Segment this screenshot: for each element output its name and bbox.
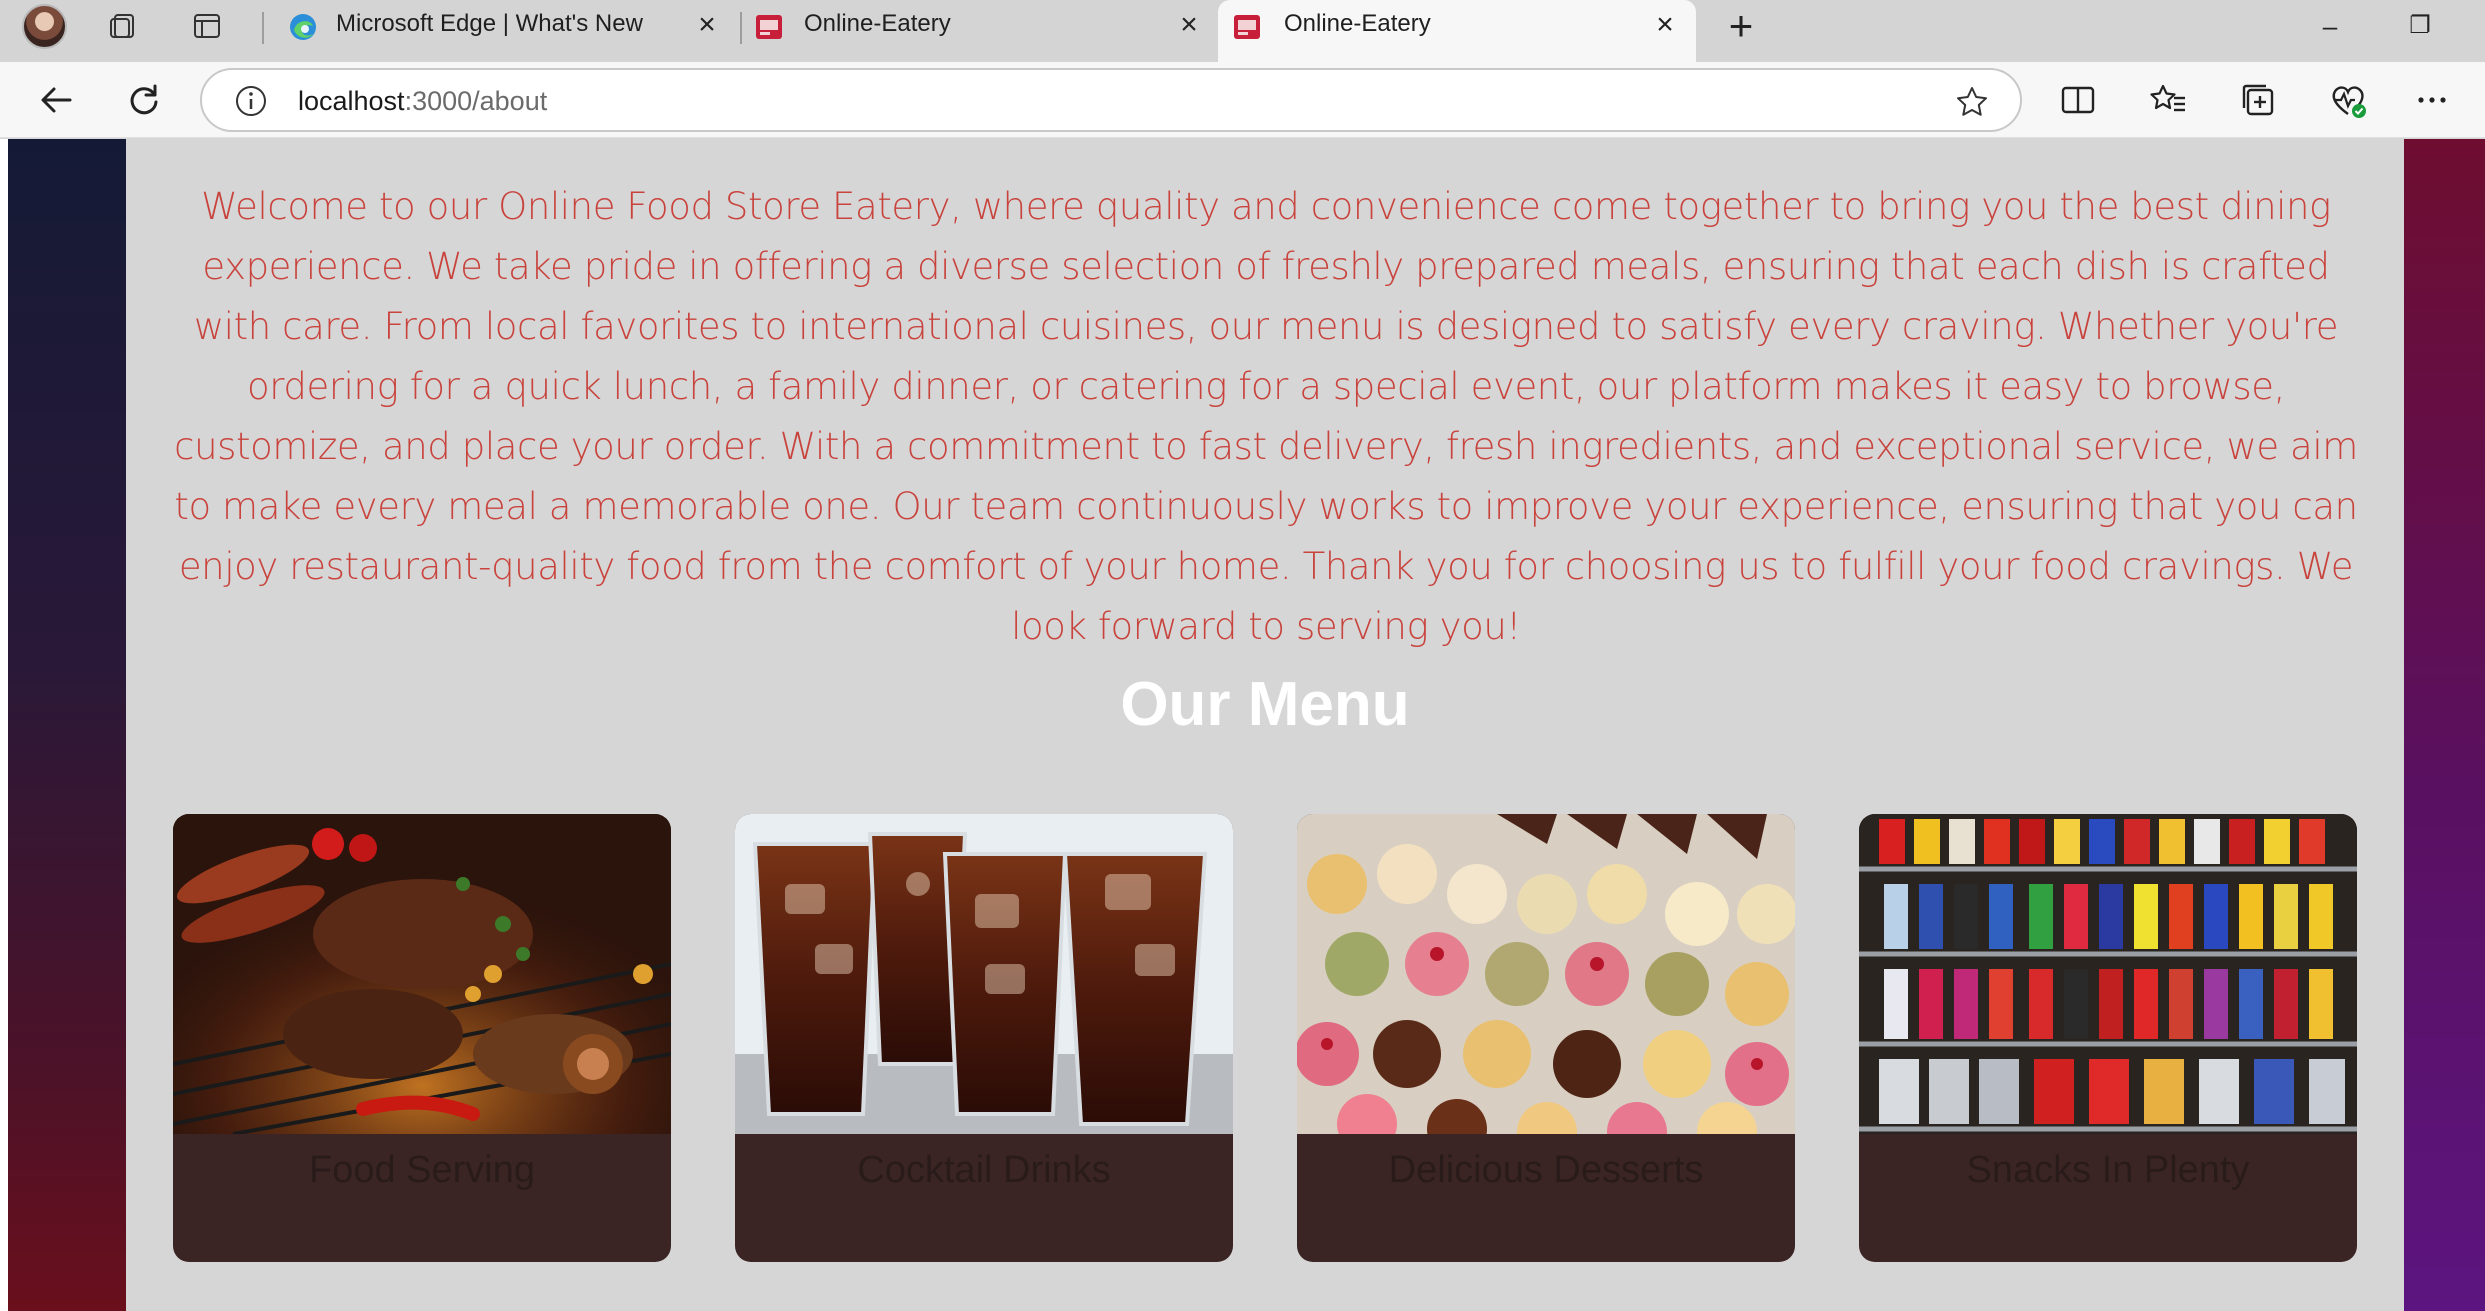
close-tab-icon[interactable]: × bbox=[692, 10, 722, 40]
menu-card-snacks-in-plenty[interactable]: Snacks In Plenty bbox=[1859, 814, 2357, 1262]
profile-avatar[interactable] bbox=[22, 4, 67, 49]
edge-logo-icon bbox=[288, 12, 318, 42]
url-host: localhost bbox=[298, 86, 405, 116]
left-gradient-border bbox=[8, 139, 126, 1311]
site-favicon-icon bbox=[754, 12, 784, 42]
about-paragraph: Welcome to our Online Food Store Eatery,… bbox=[174, 185, 2358, 648]
menu-card-label: Cocktail Drinks bbox=[857, 1149, 1111, 1191]
site-favicon-icon bbox=[1232, 12, 1262, 42]
menu-card-food-serving[interactable]: Food Serving bbox=[173, 814, 671, 1262]
menu-section-title: Our Menu bbox=[1120, 670, 1410, 739]
url-text[interactable]: localhost:3000/about bbox=[298, 86, 547, 117]
grilled-meats-photo bbox=[173, 814, 671, 1134]
split-screen-icon[interactable] bbox=[2058, 80, 2098, 120]
browser-essentials-icon[interactable] bbox=[2328, 80, 2368, 120]
iced-drinks-photo bbox=[735, 814, 1233, 1134]
menu-card-label: Delicious Desserts bbox=[1388, 1149, 1704, 1191]
menu-card-delicious-desserts[interactable]: Delicious Desserts bbox=[1297, 814, 1795, 1262]
tab-online-eatery-active[interactable]: Online-Eatery × bbox=[1218, 0, 1696, 62]
menu-card-cocktail-drinks[interactable]: Cocktail Drinks bbox=[735, 814, 1233, 1262]
close-tab-icon[interactable]: × bbox=[1174, 10, 1204, 40]
right-gradient-border bbox=[2404, 139, 2485, 1311]
collections-icon[interactable] bbox=[2238, 80, 2278, 120]
site-info-icon[interactable] bbox=[234, 84, 268, 118]
menu-card-label: Food Serving bbox=[308, 1149, 535, 1191]
tab-edge-whats-new[interactable]: Microsoft Edge | What's New × bbox=[266, 0, 738, 52]
minimize-button[interactable]: – bbox=[2310, 8, 2350, 44]
tab-title: Online-Eatery bbox=[1284, 10, 1431, 37]
tab-online-eatery[interactable]: Online-Eatery × bbox=[744, 0, 1214, 52]
navigation-bar: localhost:3000/about bbox=[0, 62, 2485, 138]
vending-snacks-photo bbox=[1859, 814, 2357, 1134]
back-arrow-icon[interactable] bbox=[34, 78, 78, 122]
tab-title: Online-Eatery bbox=[804, 10, 951, 37]
page-viewport: Welcome to our Online Food Store Eatery,… bbox=[0, 139, 2485, 1311]
favorite-star-icon[interactable] bbox=[1954, 84, 1990, 120]
new-tab-button[interactable]: + bbox=[1722, 5, 1760, 47]
tab-separator bbox=[740, 12, 742, 44]
address-bar[interactable]: localhost:3000/about bbox=[200, 68, 2022, 132]
tab-separator bbox=[262, 12, 264, 44]
about-page-content: Welcome to our Online Food Store Eatery,… bbox=[126, 139, 2404, 1311]
more-options-icon[interactable] bbox=[2412, 80, 2452, 120]
favorites-icon[interactable] bbox=[2148, 80, 2188, 120]
tab-strip: Microsoft Edge | What's New × Online-Eat… bbox=[0, 0, 2485, 62]
close-tab-icon[interactable]: × bbox=[1650, 10, 1680, 40]
refresh-icon[interactable] bbox=[122, 78, 166, 122]
desserts-photo bbox=[1297, 814, 1795, 1134]
url-path: :3000/about bbox=[404, 86, 548, 116]
menu-card-label: Snacks In Plenty bbox=[1966, 1149, 2250, 1191]
vertical-tabs-icon[interactable] bbox=[191, 10, 223, 42]
workspaces-icon[interactable] bbox=[108, 10, 140, 42]
restore-button[interactable]: ❐ bbox=[2400, 8, 2440, 44]
tab-title: Microsoft Edge | What's New bbox=[336, 10, 643, 37]
